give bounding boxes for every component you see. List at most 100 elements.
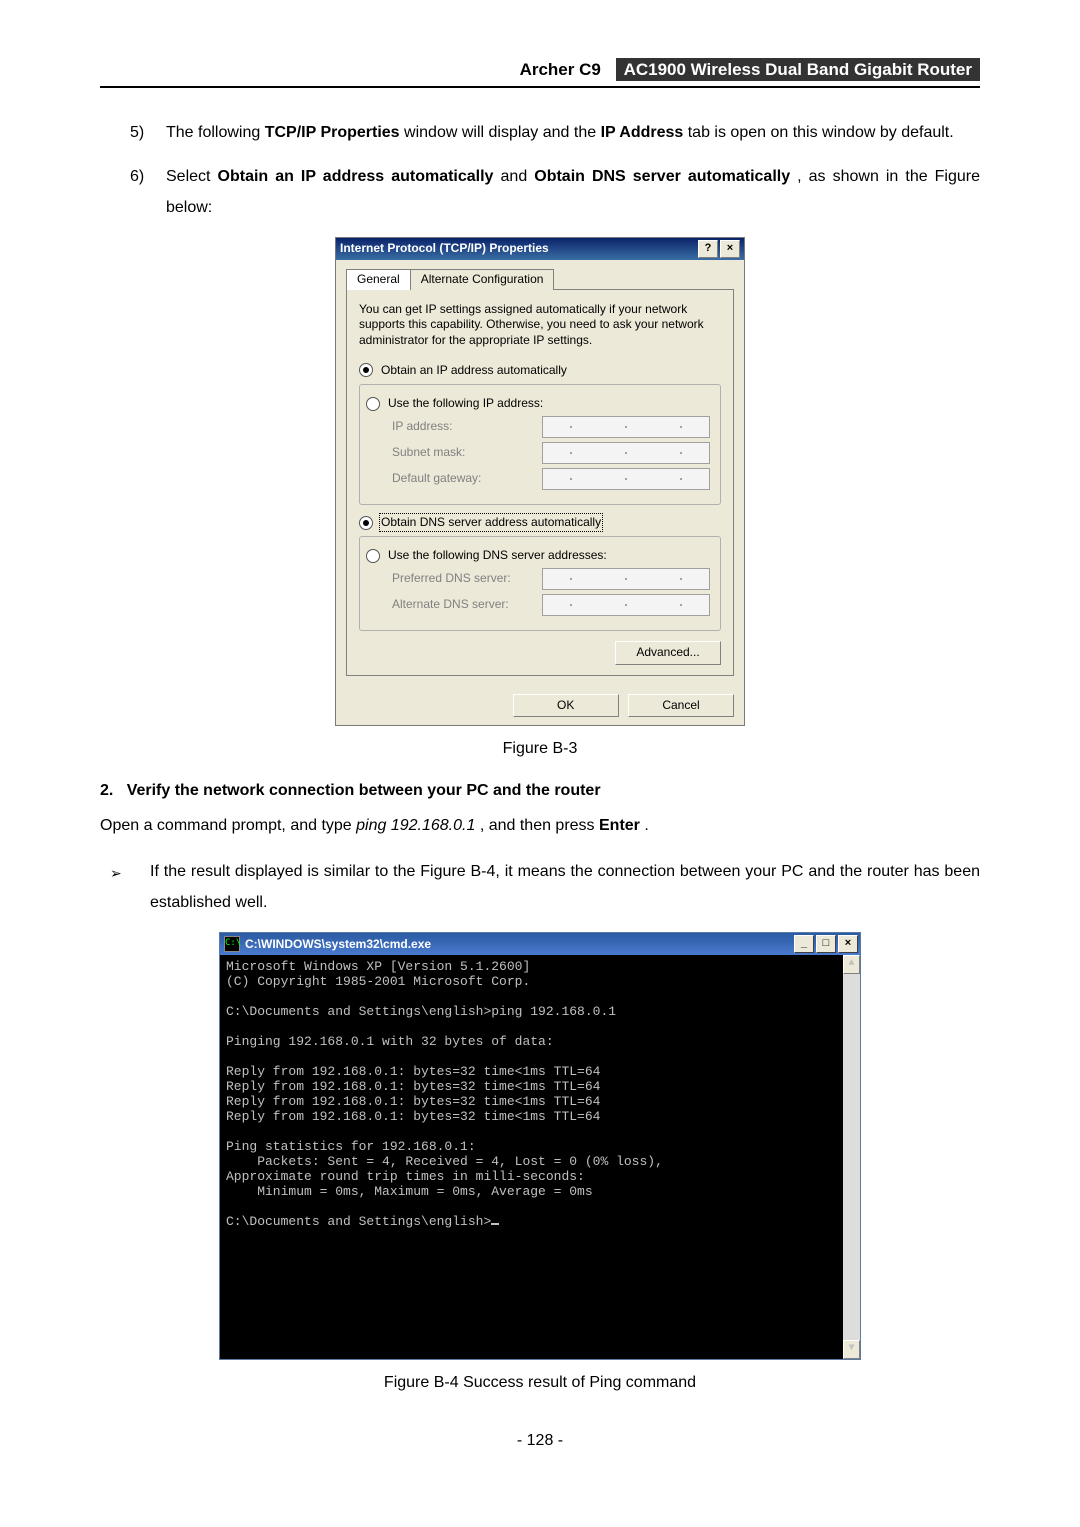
radio-icon bbox=[366, 397, 380, 411]
page-number: - 128 - bbox=[100, 1432, 980, 1450]
text: The following bbox=[166, 124, 265, 141]
radio-label: Use the following DNS server addresses: bbox=[388, 548, 607, 564]
radio-obtain-ip-auto[interactable]: Obtain an IP address automatically bbox=[359, 363, 721, 379]
dialog-button-row: OK Cancel bbox=[336, 686, 744, 726]
scroll-track[interactable] bbox=[843, 974, 860, 1340]
step-5-num: 5) bbox=[130, 118, 166, 148]
radio-use-following-ip[interactable]: Use the following IP address: bbox=[366, 396, 710, 412]
fieldset-manual-ip: Use the following IP address: IP address… bbox=[359, 384, 721, 505]
maximize-button[interactable]: □ bbox=[816, 935, 836, 953]
enter-key-text: Enter bbox=[599, 817, 640, 834]
section-2-heading: 2. Verify the network connection between… bbox=[100, 782, 980, 800]
intro-text: You can get IP settings assigned automat… bbox=[359, 302, 721, 349]
cmd-line: Reply from 192.168.0.1: bytes=32 time<1m… bbox=[226, 1109, 600, 1124]
section-num: 2. bbox=[100, 782, 113, 799]
input-preferred-dns[interactable] bbox=[542, 568, 710, 590]
cmd-titlebar[interactable]: C:\ C:\WINDOWS\system32\cmd.exe _ □ × bbox=[220, 933, 860, 955]
cmd-line: Reply from 192.168.0.1: bytes=32 time<1m… bbox=[226, 1064, 600, 1079]
cmd-line: (C) Copyright 1985-2001 Microsoft Corp. bbox=[226, 974, 530, 989]
minimize-button[interactable]: _ bbox=[794, 935, 814, 953]
cmd-output[interactable]: Microsoft Windows XP [Version 5.1.2600] … bbox=[220, 955, 843, 1359]
row-subnet-mask: Subnet mask: bbox=[392, 442, 710, 464]
cmd-scrollbar[interactable]: ▲ ▼ bbox=[843, 955, 860, 1359]
bullet-text: If the result displayed is similar to th… bbox=[150, 857, 980, 918]
step-5-text: The following TCP/IP Properties window w… bbox=[166, 118, 980, 148]
scroll-down-button[interactable]: ▼ bbox=[843, 1340, 860, 1359]
figure-caption-b4: Figure B-4 Success result of Ping comman… bbox=[100, 1374, 980, 1392]
input-default-gateway[interactable] bbox=[542, 468, 710, 490]
row-default-gateway: Default gateway: bbox=[392, 468, 710, 490]
open-cmd-paragraph: Open a command prompt, and type ping 192… bbox=[100, 812, 980, 839]
ping-command-text: ping 192.168.0.1 bbox=[356, 817, 475, 834]
cmd-line: Ping statistics for 192.168.0.1: bbox=[226, 1139, 476, 1154]
input-alternate-dns[interactable] bbox=[542, 594, 710, 616]
header-product: AC1900 Wireless Dual Band Gigabit Router bbox=[616, 58, 980, 81]
label-subnet-mask: Subnet mask: bbox=[392, 445, 542, 461]
tab-general[interactable]: General bbox=[346, 269, 411, 290]
label-default-gateway: Default gateway: bbox=[392, 471, 542, 487]
radio-label: Obtain an IP address automatically bbox=[381, 363, 567, 379]
step-6-num: 6) bbox=[130, 162, 166, 223]
text-bold: Obtain DNS server automatically bbox=[534, 168, 790, 185]
step-6-text: Select Obtain an IP address automaticall… bbox=[166, 162, 980, 223]
row-alternate-dns: Alternate DNS server: bbox=[392, 594, 710, 616]
chevron-right-icon: ➢ bbox=[110, 857, 150, 918]
cmd-line: Approximate round trip times in milli-se… bbox=[226, 1169, 585, 1184]
text: tab is open on this window by default. bbox=[688, 124, 954, 141]
input-subnet-mask[interactable] bbox=[542, 442, 710, 464]
step-6: 6) Select Obtain an IP address automatic… bbox=[130, 162, 980, 223]
label-ip-address: IP address: bbox=[392, 419, 542, 435]
label-alternate-dns: Alternate DNS server: bbox=[392, 597, 542, 613]
radio-label: Obtain DNS server address automatically bbox=[381, 515, 601, 531]
cmd-line: Reply from 192.168.0.1: bytes=32 time<1m… bbox=[226, 1094, 600, 1109]
radio-use-following-dns[interactable]: Use the following DNS server addresses: bbox=[366, 548, 710, 564]
text: window will display and the bbox=[404, 124, 601, 141]
input-ip-address[interactable] bbox=[542, 416, 710, 438]
dialog-titlebar[interactable]: Internet Protocol (TCP/IP) Properties ? … bbox=[336, 238, 744, 260]
cmd-line: Microsoft Windows XP [Version 5.1.2600] bbox=[226, 959, 530, 974]
header-model: Archer C9 bbox=[514, 58, 607, 81]
text-bold: TCP/IP Properties bbox=[265, 124, 400, 141]
cursor-icon bbox=[491, 1223, 499, 1225]
tabs: General Alternate Configuration bbox=[346, 268, 734, 289]
text: Select bbox=[166, 168, 218, 185]
cmd-prompt-icon: C:\ bbox=[224, 936, 240, 952]
cmd-line: Minimum = 0ms, Maximum = 0ms, Average = … bbox=[226, 1184, 593, 1199]
fieldset-manual-dns: Use the following DNS server addresses: … bbox=[359, 536, 721, 631]
section-title: Verify the network connection between yo… bbox=[127, 782, 601, 799]
text-bold: IP Address bbox=[601, 124, 684, 141]
cmd-line: Reply from 192.168.0.1: bytes=32 time<1m… bbox=[226, 1079, 600, 1094]
cmd-window: C:\ C:\WINDOWS\system32\cmd.exe _ □ × Mi… bbox=[219, 932, 861, 1360]
cancel-button[interactable]: Cancel bbox=[628, 694, 734, 718]
cmd-line: C:\Documents and Settings\english>ping 1… bbox=[226, 1004, 616, 1019]
bullet-success: ➢ If the result displayed is similar to … bbox=[110, 857, 980, 918]
radio-icon bbox=[366, 549, 380, 563]
text-bold: Obtain an IP address automatically bbox=[218, 168, 494, 185]
row-ip-address: IP address: bbox=[392, 416, 710, 438]
cmd-line: Pinging 192.168.0.1 with 32 bytes of dat… bbox=[226, 1034, 554, 1049]
tcpip-properties-dialog: Internet Protocol (TCP/IP) Properties ? … bbox=[335, 237, 745, 726]
row-preferred-dns: Preferred DNS server: bbox=[392, 568, 710, 590]
text: , and then press bbox=[480, 817, 599, 834]
close-button[interactable]: × bbox=[720, 240, 740, 258]
figure-caption-b3: Figure B-3 bbox=[100, 740, 980, 758]
cmd-line: Packets: Sent = 4, Received = 4, Lost = … bbox=[226, 1154, 663, 1169]
radio-obtain-dns-auto[interactable]: Obtain DNS server address automatically bbox=[359, 515, 721, 531]
help-button[interactable]: ? bbox=[698, 240, 718, 258]
tab-alternate-configuration[interactable]: Alternate Configuration bbox=[410, 269, 555, 290]
step-5: 5) The following TCP/IP Properties windo… bbox=[130, 118, 980, 148]
label-preferred-dns: Preferred DNS server: bbox=[392, 571, 542, 587]
radio-icon bbox=[359, 516, 373, 530]
text: and bbox=[501, 168, 535, 185]
scroll-up-button[interactable]: ▲ bbox=[843, 955, 860, 974]
ok-button[interactable]: OK bbox=[513, 694, 619, 718]
text: Open a command prompt, and type bbox=[100, 817, 356, 834]
cmd-title: C:\WINDOWS\system32\cmd.exe bbox=[245, 937, 431, 951]
dialog-title: Internet Protocol (TCP/IP) Properties bbox=[340, 241, 549, 257]
close-button[interactable]: × bbox=[838, 935, 858, 953]
cmd-line: C:\Documents and Settings\english> bbox=[226, 1214, 491, 1229]
tab-panel-general: You can get IP settings assigned automat… bbox=[346, 289, 734, 676]
radio-label: Use the following IP address: bbox=[388, 396, 543, 412]
advanced-button[interactable]: Advanced... bbox=[615, 641, 721, 665]
doc-header: Archer C9 AC1900 Wireless Dual Band Giga… bbox=[100, 60, 980, 88]
